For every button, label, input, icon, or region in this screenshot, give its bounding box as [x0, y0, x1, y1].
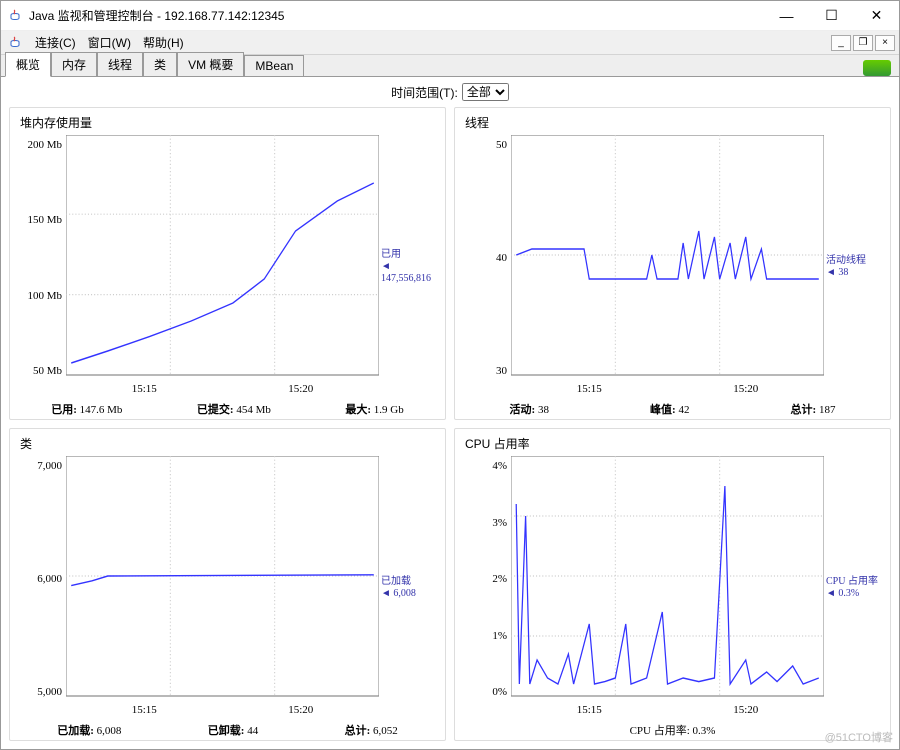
footer-heap: 已用: 147.6 Mb 已提交: 454 Mb 最大: 1.9 Gb — [14, 399, 441, 417]
mdi-maximize-button[interactable]: ❐ — [853, 35, 873, 51]
yaxis-classes: 7,000 6,000 5,000 — [14, 456, 66, 720]
window-title: Java 监视和管理控制台 - 192.168.77.142:12345 — [29, 7, 764, 24]
tab-overview[interactable]: 概览 — [5, 52, 51, 77]
yaxis-heap: 200 Mb 150 Mb 100 Mb 50 Mb — [14, 135, 66, 399]
connection-status-icon — [863, 60, 891, 76]
tab-memory[interactable]: 内存 — [51, 52, 97, 76]
maximize-button[interactable]: ☐ — [809, 1, 854, 30]
panel-heap: 堆内存使用量 200 Mb 150 Mb 100 Mb 50 Mb — [9, 107, 446, 420]
time-range-row: 时间范围(T): 全部 — [1, 77, 899, 107]
mdi-close-button[interactable]: × — [875, 35, 895, 51]
titlebar: Java 监视和管理控制台 - 192.168.77.142:12345 — ☐… — [1, 1, 899, 31]
side-label-cpu: CPU 占用率 0.3% — [824, 456, 886, 720]
plot-threads[interactable]: 15:15 15:20 — [511, 135, 824, 399]
side-label-heap: 已用 147,556,816 — [379, 135, 441, 399]
tab-mbean[interactable]: MBean — [244, 55, 304, 76]
side-label-threads: 活动线程 38 — [824, 135, 886, 399]
java-icon-small — [7, 35, 23, 51]
plot-classes[interactable]: 15:15 15:20 — [66, 456, 379, 720]
time-range-select[interactable]: 全部 — [462, 83, 509, 101]
panel-threads: 线程 50 40 30 — [454, 107, 891, 420]
tabbar: 概览 内存 线程 类 VM 概要 MBean — [1, 55, 899, 77]
content-area: 时间范围(T): 全部 堆内存使用量 200 Mb 150 Mb 100 Mb … — [1, 77, 899, 749]
mdi-controls: _ ❐ × — [831, 35, 899, 51]
time-range-label: 时间范围(T): — [391, 84, 458, 101]
java-icon — [7, 8, 23, 24]
tab-vm-summary[interactable]: VM 概要 — [177, 52, 244, 76]
panel-cpu: CPU 占用率 4% 3% 2% 1% 0% — [454, 428, 891, 741]
side-label-classes: 已加载 6,008 — [379, 456, 441, 720]
panel-title-cpu: CPU 占用率 — [459, 435, 886, 456]
tab-threads[interactable]: 线程 — [97, 52, 143, 76]
panel-title-threads: 线程 — [459, 114, 886, 135]
panel-classes: 类 7,000 6,000 5,000 — [9, 428, 446, 741]
watermark: @51CTO博客 — [825, 729, 893, 745]
menu-connection[interactable]: 连接(C) — [29, 34, 82, 51]
mdi-minimize-button[interactable]: _ — [831, 35, 851, 51]
menu-window[interactable]: 窗口(W) — [82, 34, 137, 51]
footer-classes: 已加载: 6,008 已卸载: 44 总计: 6,052 — [14, 720, 441, 738]
window-controls: — ☐ ✕ — [764, 1, 899, 30]
plot-cpu[interactable]: 15:15 15:20 — [511, 456, 824, 720]
plot-heap[interactable]: 15:15 15:20 — [66, 135, 379, 399]
panel-title-heap: 堆内存使用量 — [14, 114, 441, 135]
footer-threads: 活动: 38 峰值: 42 总计: 187 — [459, 399, 886, 417]
app-window: Java 监视和管理控制台 - 192.168.77.142:12345 — ☐… — [0, 0, 900, 750]
footer-cpu: CPU 占用率: 0.3% — [459, 720, 886, 738]
menu-help[interactable]: 帮助(H) — [137, 34, 190, 51]
minimize-button[interactable]: — — [764, 1, 809, 30]
close-button[interactable]: ✕ — [854, 1, 899, 30]
panel-title-classes: 类 — [14, 435, 441, 456]
yaxis-threads: 50 40 30 — [459, 135, 511, 399]
charts-grid: 堆内存使用量 200 Mb 150 Mb 100 Mb 50 Mb — [1, 107, 899, 749]
yaxis-cpu: 4% 3% 2% 1% 0% — [459, 456, 511, 720]
tab-classes[interactable]: 类 — [143, 52, 177, 76]
